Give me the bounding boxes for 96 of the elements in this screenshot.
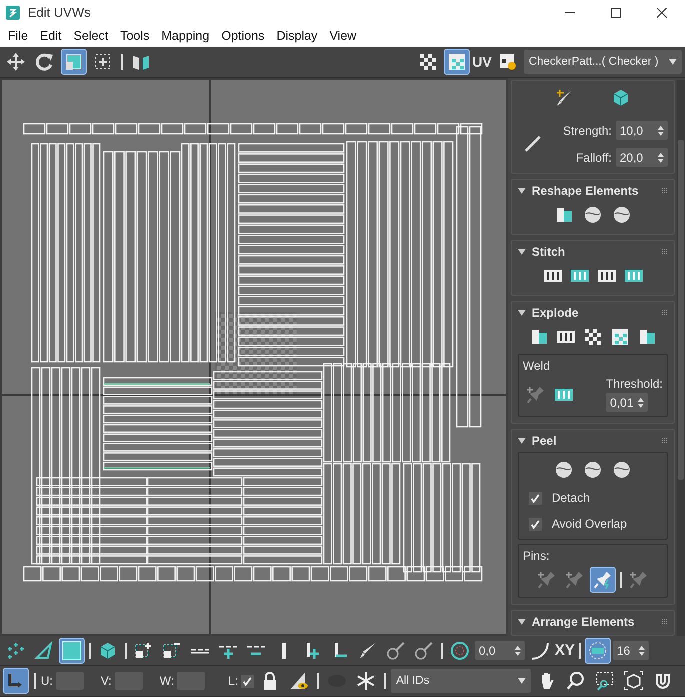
dots-icon	[6, 640, 26, 660]
square-icon	[62, 640, 82, 660]
sphere-icon	[612, 460, 632, 480]
spinner-arrows-icon	[658, 152, 664, 162]
grip-icon	[662, 249, 668, 255]
window-title: Edit UVWs	[28, 5, 91, 20]
cube-icon	[98, 640, 118, 660]
rollout-title[interactable]: Explode	[532, 306, 579, 320]
blocks-icon	[637, 327, 657, 347]
scrollbar[interactable]	[677, 80, 685, 636]
spinner-arrows-icon	[638, 398, 644, 408]
falloff-label: Falloff:	[576, 150, 612, 164]
close-icon	[657, 8, 667, 18]
blocks-icon	[529, 327, 549, 347]
count-spinner[interactable]: 16	[613, 641, 650, 660]
menu-item[interactable]: Display	[270, 29, 324, 43]
strength-spinner[interactable]: 10,0	[616, 121, 668, 140]
pin-icon	[537, 570, 557, 590]
pin-button[interactable]	[590, 567, 616, 593]
uv-label[interactable]: UV	[472, 54, 492, 70]
grip-icon	[662, 438, 668, 444]
subsel-icon	[162, 640, 182, 660]
axis-label[interactable]: XY	[555, 642, 576, 659]
app-icon	[6, 6, 20, 20]
move-icon	[6, 52, 26, 72]
brush-icon	[555, 88, 575, 108]
sphere-icon	[554, 460, 574, 480]
checkbox[interactable]	[529, 518, 542, 530]
tri-icon	[34, 640, 54, 660]
sphere-icon	[583, 460, 603, 480]
strength-label: Strength:	[563, 124, 612, 138]
blocks-icon	[554, 205, 574, 225]
checker-icon	[583, 327, 603, 347]
caret-icon	[669, 59, 677, 65]
select-mode-button[interactable]	[59, 638, 85, 664]
sphere-icon	[612, 205, 632, 225]
pin-icon	[565, 570, 585, 590]
checkmark-icon	[243, 676, 252, 686]
sphere-icon	[583, 205, 603, 225]
weld-label: Weld	[523, 359, 552, 373]
menu-item[interactable]: Mapping	[156, 29, 216, 43]
threshold-spinner[interactable]: 0,01	[606, 393, 648, 412]
spinner-arrows-icon	[515, 646, 521, 656]
map-dropdown[interactable]: CheckerPatt...( Checker )	[524, 50, 682, 74]
menu-item[interactable]: Select	[68, 29, 114, 43]
checkbox[interactable]	[241, 674, 254, 688]
soft-selection-spinner[interactable]: 0,0	[475, 641, 525, 660]
maximize-icon	[611, 8, 621, 18]
grip-icon	[662, 619, 668, 625]
grid-toggle-button[interactable]	[585, 638, 612, 664]
snow-icon	[356, 671, 376, 691]
spinner-arrows-icon	[639, 646, 646, 656]
l-label: L:	[228, 674, 238, 688]
rollout-title[interactable]: Arrange Elements	[532, 615, 635, 629]
grip-icon	[662, 188, 668, 194]
caret-icon	[518, 678, 526, 684]
v-label: V:	[101, 674, 112, 688]
threshold-label: Threshold:	[606, 377, 663, 391]
pin-icon	[526, 384, 546, 404]
spinner-arrows-icon	[658, 126, 664, 136]
rotate-icon	[35, 52, 55, 72]
cube-icon	[611, 88, 631, 108]
ring-icon	[450, 640, 470, 660]
falloff-spinner[interactable]: 20,0	[616, 148, 668, 167]
addsel-icon	[134, 640, 154, 660]
checkbox-label: Avoid Overlap	[552, 517, 628, 531]
w-label: W:	[160, 674, 174, 688]
edges-icon	[190, 648, 210, 654]
curve-icon	[530, 640, 550, 660]
checkbox[interactable]	[529, 492, 542, 504]
checkmark-icon	[531, 520, 540, 528]
eye-icon	[289, 671, 310, 691]
rollout-title[interactable]: Peel	[532, 434, 557, 448]
checker-icon	[418, 52, 438, 72]
menu-item[interactable]: File	[2, 29, 34, 43]
checkmark-icon	[531, 494, 540, 502]
menu-item[interactable]: View	[324, 29, 363, 43]
menu-item[interactable]: Tools	[114, 29, 156, 43]
knife-icon	[358, 640, 378, 660]
search-icon	[566, 671, 586, 691]
bar-icon	[281, 642, 287, 660]
grip-icon	[662, 310, 668, 316]
view-button[interactable]	[444, 49, 470, 75]
menu-item[interactable]: Edit	[34, 29, 68, 43]
rollout-title[interactable]: Stitch	[532, 245, 566, 259]
menu-item[interactable]: Options	[216, 29, 271, 43]
transform-button[interactable]	[3, 668, 29, 694]
rollout-title[interactable]: Reshape Elements	[532, 184, 639, 198]
pins-label: Pins:	[523, 549, 551, 563]
ids-dropdown[interactable]: All IDs	[391, 669, 532, 693]
u-label: U:	[41, 674, 53, 688]
pin-icon	[629, 570, 649, 590]
checkbox-label: Detach	[552, 491, 590, 505]
line-icon	[523, 134, 543, 154]
frame-icon	[624, 671, 644, 691]
box-icon	[93, 52, 113, 72]
